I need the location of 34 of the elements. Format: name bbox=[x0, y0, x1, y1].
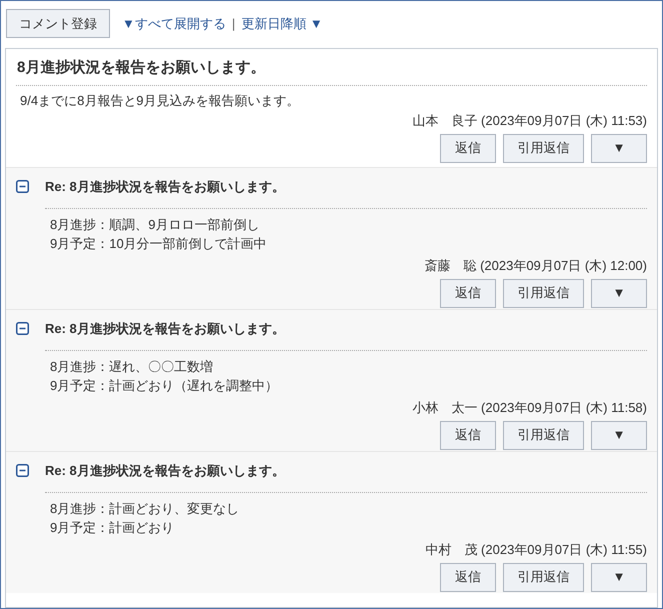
quote-reply-button[interactable]: 引用返信 bbox=[503, 134, 584, 162]
reply-title: Re: 8月進捗状況を報告をお願いします。 bbox=[45, 462, 285, 480]
reply-title: Re: 8月進捗状況を報告をお願いします。 bbox=[45, 178, 285, 196]
reply-button[interactable]: 返信 bbox=[440, 134, 496, 162]
dropdown-button[interactable]: ▼ bbox=[591, 278, 647, 308]
author-date: 中村 茂 (2023年09月07日 (木) 11:55) bbox=[425, 541, 647, 559]
collapse-icon[interactable] bbox=[16, 464, 29, 477]
dropdown-button[interactable]: ▼ bbox=[591, 134, 647, 162]
expand-all-link[interactable]: ▼すべて展開する bbox=[122, 14, 226, 34]
quote-reply-button[interactable]: 引用返信 bbox=[503, 562, 584, 592]
comment-text: 9月予定：10月分一部前倒しで計画中 bbox=[50, 235, 268, 253]
separator: | bbox=[232, 14, 236, 33]
author-date: 山本 良子 (2023年09月07日 (木) 11:53) bbox=[412, 112, 647, 130]
reply-button[interactable]: 返信 bbox=[440, 562, 496, 592]
reply-button[interactable]: 返信 bbox=[440, 278, 496, 308]
dropdown-button[interactable]: ▼ bbox=[591, 562, 647, 592]
collapse-icon[interactable] bbox=[16, 180, 29, 193]
reply-button[interactable]: 返信 bbox=[440, 420, 496, 450]
collapse-icon[interactable] bbox=[16, 322, 29, 335]
quote-reply-button[interactable]: 引用返信 bbox=[503, 420, 584, 450]
comment-text: 9月予定：計画どおり bbox=[50, 519, 176, 537]
sort-link[interactable]: 更新日降順 ▼ bbox=[241, 14, 323, 34]
comment-text: 9月予定：計画どおり（遅れを調整中） bbox=[50, 377, 280, 395]
comment-register-button[interactable]: コメント登録 bbox=[6, 9, 110, 38]
reply-title: Re: 8月進捗状況を報告をお願いします。 bbox=[45, 320, 285, 338]
comment-text: 8月進捗：順調、9月ロロ一部前倒し bbox=[50, 216, 260, 234]
quote-reply-button[interactable]: 引用返信 bbox=[503, 278, 584, 308]
comment-text: 9/4までに8月報告と9月見込みを報告願います。 bbox=[20, 92, 301, 110]
comment-text: 8月進捗：遅れ、〇〇工数増 bbox=[50, 358, 214, 376]
author-date: 小林 太一 (2023年09月07日 (木) 11:58) bbox=[412, 399, 647, 417]
author-date: 斎藤 聡 (2023年09月07日 (木) 12:00) bbox=[424, 257, 647, 275]
dropdown-button[interactable]: ▼ bbox=[591, 420, 647, 450]
topic-title: 8月進捗状況を報告をお願いします。 bbox=[17, 58, 266, 77]
comment-text: 8月進捗：計画どおり、変更なし bbox=[50, 500, 240, 518]
